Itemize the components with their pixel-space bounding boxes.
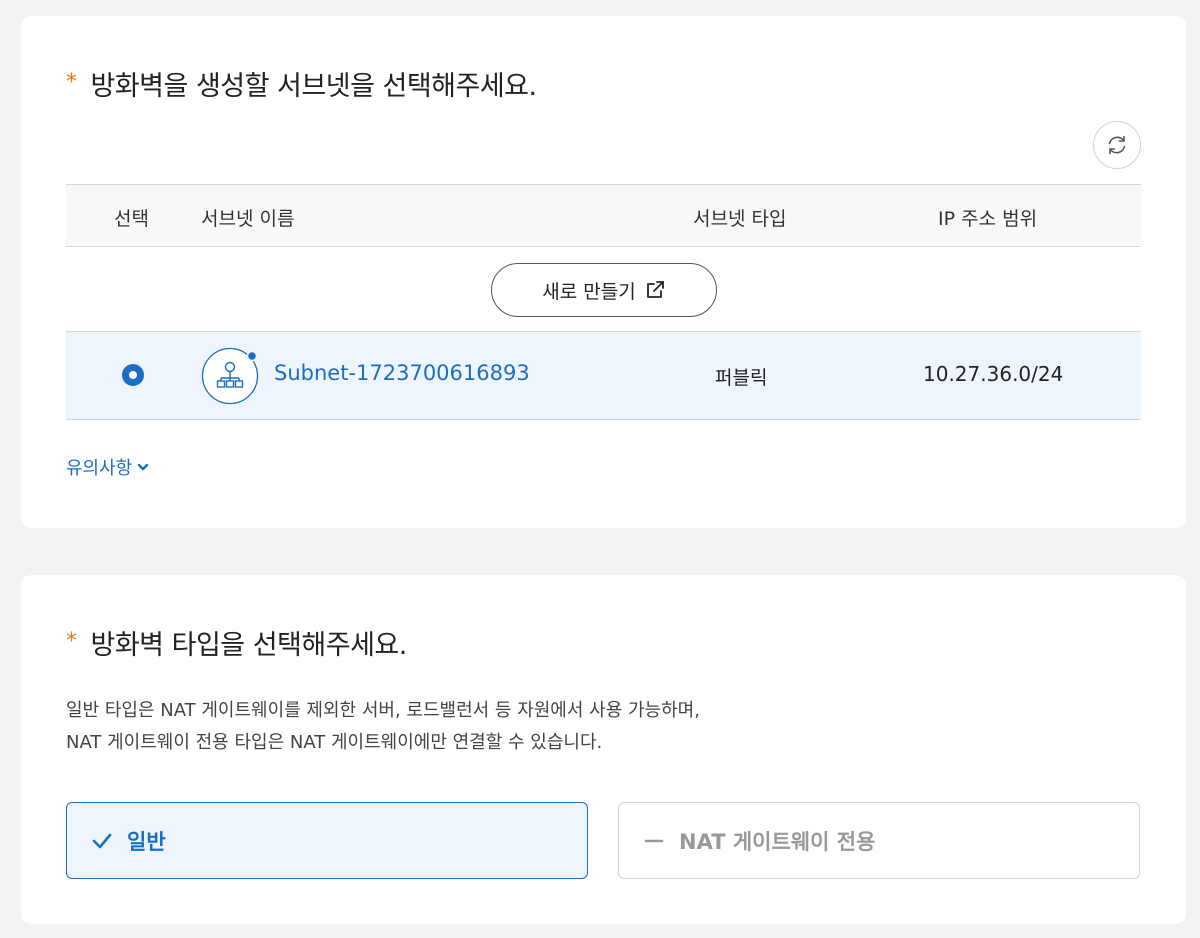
chevron-down-icon: [138, 463, 149, 471]
refresh-icon: [1108, 135, 1126, 155]
external-link-icon: [646, 281, 664, 298]
description-line-2: NAT 게이트웨이 전용 타입은 NAT 게이트웨이에만 연결할 수 있습니다.: [66, 732, 603, 753]
subnet-card: * 방화벽을 생성할 서브넷을 선택해주세요. 선택 서브넷 이름 서브넷 타입 …: [21, 16, 1186, 528]
type-title-text: 방화벽 타입을 선택해주세요.: [90, 630, 408, 661]
type-description: 일반 타입은 NAT 게이트웨이를 제외한 서버, 로드밸런서 등 자원에서 사…: [66, 695, 700, 759]
table-header: 선택 서브넷 이름 서브넷 타입 IP 주소 범위: [66, 184, 1141, 247]
subnet-type: 퍼블릭: [715, 367, 768, 389]
notes-toggle-label: 유의사항: [66, 458, 133, 479]
subnet-section-title: * 방화벽을 생성할 서브넷을 선택해주세요.: [66, 64, 537, 103]
subnet-icon: [201, 347, 259, 405]
subnet-table: 선택 서브넷 이름 서브넷 타입 IP 주소 범위 새로 만들기 Subnet-…: [66, 184, 1141, 420]
create-new-label: 새로 만들기: [542, 280, 636, 303]
create-new-button[interactable]: 새로 만들기: [491, 263, 717, 317]
type-option-nat-label: NAT 게이트웨이 전용: [679, 829, 876, 854]
subnet-title-text: 방화벽을 생성할 서브넷을 선택해주세요.: [90, 71, 538, 102]
minus-icon: [644, 839, 664, 842]
type-card: * 방화벽 타입을 선택해주세요. 일반 타입은 NAT 게이트웨이를 제외한 서…: [21, 575, 1186, 924]
header-select: 선택: [114, 208, 149, 230]
header-name: 서브넷 이름: [201, 208, 295, 230]
required-mark: *: [66, 70, 77, 95]
header-type: 서브넷 타입: [693, 208, 787, 230]
type-option-general[interactable]: 일반: [66, 802, 588, 879]
subnet-name-link[interactable]: Subnet-1723700616893: [274, 361, 530, 385]
notes-toggle[interactable]: 유의사항: [66, 454, 150, 480]
refresh-button[interactable]: [1093, 121, 1141, 169]
description-line-1: 일반 타입은 NAT 게이트웨이를 제외한 서버, 로드밸런서 등 자원에서 사…: [66, 700, 700, 721]
row-radio-selected[interactable]: [122, 364, 144, 386]
table-row[interactable]: Subnet-1723700616893 퍼블릭 10.27.36.0/24: [66, 332, 1141, 420]
required-mark: *: [66, 629, 77, 654]
type-option-general-label: 일반: [127, 829, 166, 854]
type-section-title: * 방화벽 타입을 선택해주세요.: [66, 623, 407, 662]
type-option-nat[interactable]: NAT 게이트웨이 전용: [618, 802, 1140, 879]
subnet-ip-range: 10.27.36.0/24: [923, 362, 1064, 386]
create-row: 새로 만들기: [66, 247, 1141, 332]
check-icon: [92, 833, 112, 848]
header-ip-range: IP 주소 범위: [938, 208, 1038, 230]
